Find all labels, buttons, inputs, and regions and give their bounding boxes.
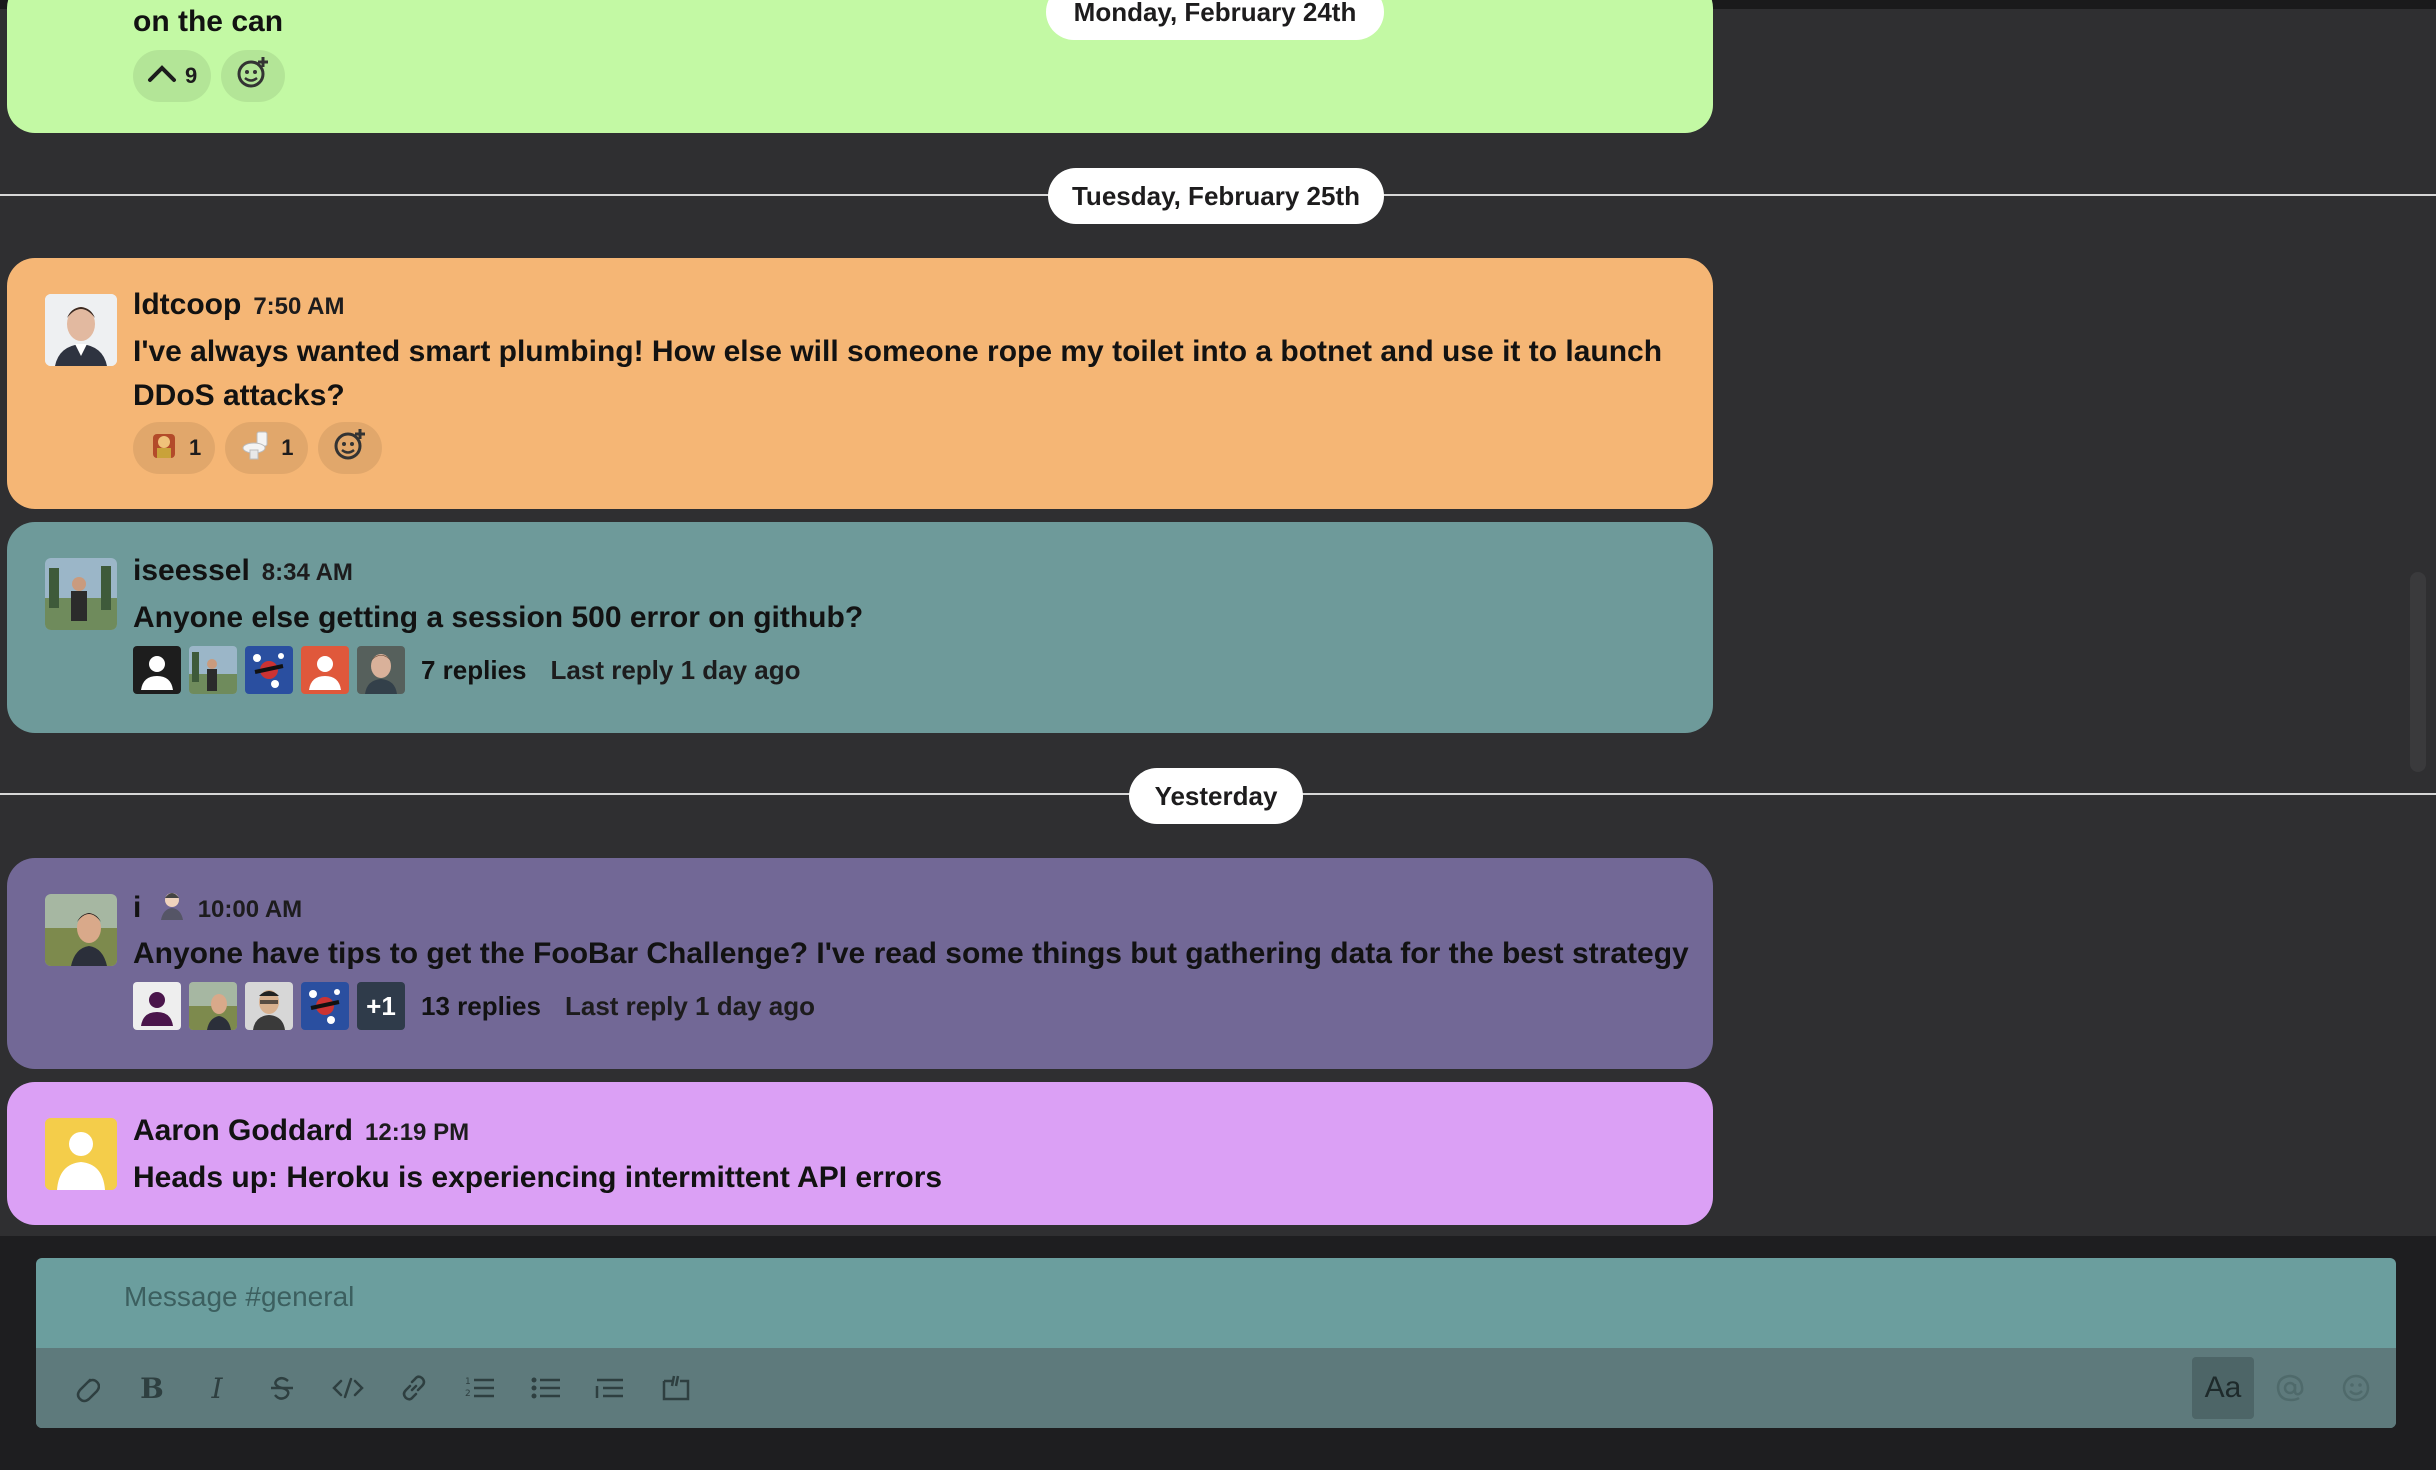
more-repliers-count: +1 <box>366 990 396 1021</box>
message-card[interactable]: ldtcoop 7:50 AM I've always wanted smart … <box>7 258 1713 509</box>
message-card[interactable]: i 10:00 AM Anyone have tips to get the F… <box>7 858 1713 1069</box>
avatar[interactable] <box>45 894 117 966</box>
timestamp[interactable]: 12:19 PM <box>365 1119 469 1146</box>
author-name-text[interactable]: iseessel <box>133 554 250 587</box>
reply-avatar <box>357 646 405 694</box>
reaction-count: 9 <box>185 63 198 88</box>
format-toggle-button[interactable]: Aa <box>2192 1357 2254 1419</box>
numbered-list-icon[interactable]: 12 <box>454 1362 506 1414</box>
author-name-text[interactable]: i <box>133 891 141 924</box>
author-name[interactable]: Aaron Goddard 12:19 PM <box>133 1114 469 1148</box>
date-divider-pill[interactable]: Tuesday, February 25th <box>1048 168 1384 224</box>
status-emoji-icon <box>158 890 186 928</box>
avatar[interactable] <box>45 558 117 630</box>
avatar[interactable] <box>45 1118 117 1190</box>
message-text: Anyone have tips to get the FooBar Chall… <box>133 937 1689 970</box>
message-input[interactable] <box>122 1280 2126 1314</box>
message-text: I've always wanted smart plumbing! How e… <box>133 335 1663 412</box>
reply-avatar <box>301 982 349 1030</box>
svg-text:2: 2 <box>465 1389 471 1399</box>
reply-avatar <box>301 646 349 694</box>
link-icon[interactable] <box>388 1362 440 1414</box>
message-text: Heads up: Heroku is experiencing intermi… <box>133 1161 943 1194</box>
message-card[interactable]: iseessel 8:34 AM Anyone else getting a se… <box>7 522 1713 733</box>
reaction-pill[interactable]: 1 <box>225 422 308 474</box>
reply-avatar <box>245 646 293 694</box>
strikethrough-icon[interactable] <box>256 1362 308 1414</box>
reaction-pill[interactable]: 1 <box>133 422 216 474</box>
attach-icon[interactable] <box>60 1362 112 1414</box>
bold-icon[interactable]: B <box>126 1362 178 1414</box>
thread-summary[interactable]: 7 replies Last reply 1 day ago <box>133 646 801 694</box>
mention-icon[interactable] <box>2264 1362 2316 1414</box>
reply-avatar <box>133 646 181 694</box>
message-card[interactable]: Aaron Goddard 12:19 PM Heads up: Heroku i… <box>7 1082 1713 1225</box>
blockquote-icon[interactable] <box>584 1362 636 1414</box>
author-name[interactable]: i 10:00 AM <box>133 890 302 928</box>
reply-avatar <box>189 646 237 694</box>
add-reaction-button[interactable] <box>221 50 286 102</box>
more-repliers-badge: +1 <box>357 982 405 1030</box>
thread-summary[interactable]: +1 13 replies Last reply 1 day ago <box>133 982 815 1030</box>
avatar[interactable] <box>45 294 117 366</box>
cartoon-character-emoji <box>147 428 181 468</box>
timestamp[interactable]: 7:50 AM <box>253 293 344 320</box>
author-name-text[interactable]: ldtcoop <box>133 288 241 321</box>
author-name[interactable]: ldtcoop 7:50 AM <box>133 288 344 322</box>
timestamp[interactable]: 8:34 AM <box>262 559 353 586</box>
code-block-icon[interactable] <box>650 1362 702 1414</box>
caret-up-icon <box>147 63 177 89</box>
reaction-pill[interactable]: 9 <box>133 50 212 102</box>
italic-icon[interactable]: I <box>191 1362 243 1414</box>
svg-text:1: 1 <box>465 1377 471 1387</box>
code-icon[interactable] <box>322 1362 374 1414</box>
last-reply-text: Last reply 1 day ago <box>564 990 815 1021</box>
reaction-count: 1 <box>281 435 294 460</box>
add-emoji-icon <box>235 55 271 97</box>
message-text: Anyone else getting a session 500 error … <box>133 601 864 634</box>
reaction-count: 1 <box>189 435 202 460</box>
message-composer[interactable]: B I 12 Aa <box>36 1258 2396 1428</box>
reply-avatar <box>245 982 293 1030</box>
reply-avatar <box>189 982 237 1030</box>
message-card[interactable]: on the can 9 <box>7 0 1713 133</box>
reply-avatar <box>133 982 181 1030</box>
message-text: on the can <box>133 5 284 38</box>
date-divider-pill[interactable]: Monday, February 24th <box>1046 0 1384 40</box>
add-emoji-icon <box>332 427 368 469</box>
scrollbar-thumb[interactable] <box>2410 572 2426 772</box>
last-reply-text: Last reply 1 day ago <box>550 654 801 685</box>
add-reaction-button[interactable] <box>317 422 382 474</box>
author-name[interactable]: iseessel 8:34 AM <box>133 554 353 588</box>
toilet-emoji <box>239 428 273 468</box>
formatting-toolbar: B I 12 Aa <box>36 1348 2396 1428</box>
date-divider-pill[interactable]: Yesterday <box>1129 768 1303 824</box>
author-name-text[interactable]: Aaron Goddard <box>133 1114 353 1147</box>
emoji-icon[interactable] <box>2330 1362 2382 1414</box>
reply-count[interactable]: 7 replies <box>421 655 527 686</box>
timestamp[interactable]: 10:00 AM <box>198 896 302 923</box>
reply-count[interactable]: 13 replies <box>421 991 541 1022</box>
bulleted-list-icon[interactable] <box>520 1362 572 1414</box>
